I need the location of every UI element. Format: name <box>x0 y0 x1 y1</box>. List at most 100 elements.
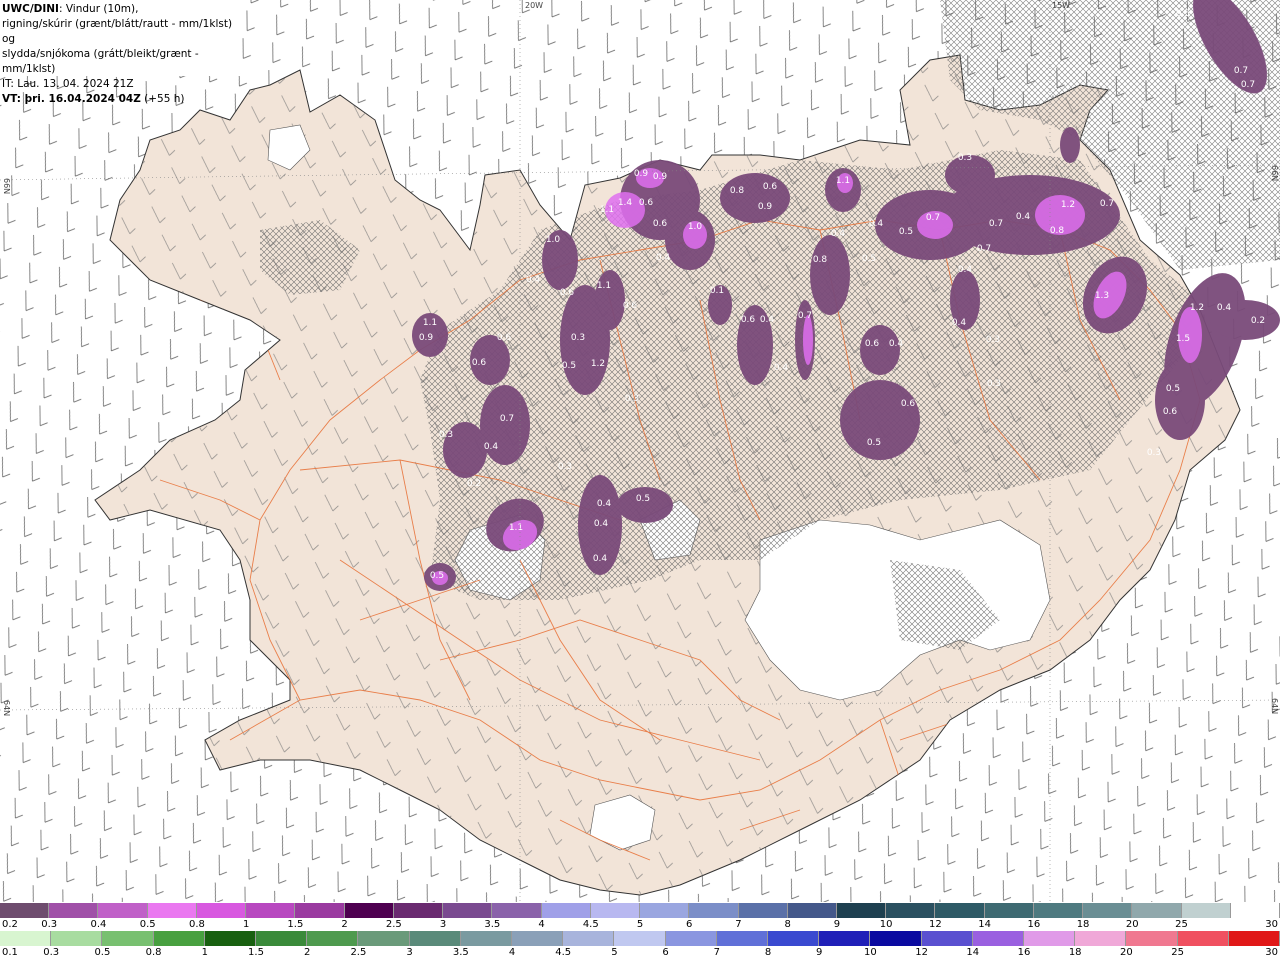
weather-map: 0.9 0.9 1.4 0.6 1.1 0.6 1.0 0.8 0.6 0.9 1.1 0.3 0.7 0… <box>0 0 1280 902</box>
legend-swatch <box>640 903 690 918</box>
legend-swatch <box>512 931 564 946</box>
legend-tick-label: 8 <box>784 919 791 930</box>
precip-value-label: 0.9 <box>758 202 773 212</box>
legend-swatch <box>344 903 394 918</box>
precip-value-label: 0.6 <box>901 399 916 409</box>
legend-swatch <box>1075 931 1127 946</box>
legend-tick-label: 4.5 <box>555 947 572 958</box>
legend-swatch <box>153 931 205 946</box>
legend-tick-label: 12 <box>929 919 942 930</box>
precip-value-label: 1.1 <box>597 281 611 291</box>
legend-swatch <box>102 931 154 946</box>
legend-tick-label: 2 <box>341 919 348 930</box>
precip-value-label: 0.6 <box>763 182 778 192</box>
precip-value-label: 0.7 <box>926 213 940 223</box>
legend-swatch <box>665 931 717 946</box>
precip-value-label: 0.1 <box>710 286 724 296</box>
header-line2: rigning/skúrir (grænt/blátt/rautt - mm/1… <box>2 18 233 45</box>
legend-tick-label: 2.5 <box>350 947 367 958</box>
lat-label-66n-right: 66N <box>1270 165 1279 181</box>
precip-value-label: 0.3 <box>571 333 585 343</box>
precip-value-label: 0.5 <box>862 254 876 264</box>
precip-value-label: 0.4 <box>774 363 789 373</box>
legend-tick-label: 30 <box>1265 919 1278 930</box>
legend-swatch <box>51 931 103 946</box>
map-header: UWC/DINI: Vindur (10m), rigning/skúrir (… <box>0 0 240 105</box>
legend-swatch <box>196 903 247 918</box>
precip-value-label: 1.1 <box>423 318 437 328</box>
valid-time: VT: þri. 16.04.2024 04Z <box>2 93 141 105</box>
legend-tick-label: 20 <box>1125 919 1139 930</box>
precip-value-label: 1.2 <box>1190 303 1204 313</box>
precip-value-label: 1.1 <box>509 523 523 533</box>
precip-value-label: 0.9 <box>419 333 434 343</box>
legend-tick-label: 0.5 <box>94 947 111 958</box>
legend-swatch <box>870 931 922 946</box>
precip-value-label: 1.2 <box>1061 200 1075 210</box>
legend-tick-label: 12 <box>915 947 928 958</box>
precip-value-label: 0.6 <box>741 315 756 325</box>
precip-value-label: 0.4 <box>952 318 967 328</box>
legend-swatch <box>1033 903 1084 918</box>
precip-value-label: 1.1 <box>836 176 850 186</box>
precip-value-label: 0.5 <box>430 571 444 581</box>
lon-label-15w: 15W <box>1052 1 1070 10</box>
precip-value-label: 0.5 <box>867 438 881 448</box>
legend-swatch <box>1228 931 1280 946</box>
legend-swatch <box>972 931 1025 946</box>
precip-value-label: 0.3 <box>439 430 453 440</box>
model-name: UWC/DINI <box>2 3 59 15</box>
legend-swatch <box>768 931 820 946</box>
precip-value-label: 0.3 <box>958 153 972 163</box>
precip-value-label: 0.3 <box>987 379 1001 389</box>
legend-tick-label: 20 <box>1120 947 1133 958</box>
legend-swatch <box>0 931 52 946</box>
precip-value-label: 1.2 <box>591 359 605 369</box>
legend-swatch <box>98 903 148 918</box>
legend-tick-label: 0.2 <box>2 919 18 930</box>
precip-value-label: 0.2 <box>467 479 481 489</box>
legend-swatch <box>307 931 359 946</box>
legend-tick-label: 1 <box>242 919 250 930</box>
precip-value-label: 0.4 <box>1016 212 1031 222</box>
legend-tick-label: 18 <box>1076 919 1090 930</box>
precip-value-label: 0.9 <box>653 172 668 182</box>
legend-swatch <box>0 903 50 918</box>
legend-tick-label: 1 <box>201 947 208 958</box>
legend-tick-label: 6 <box>686 919 693 930</box>
precip-value-label: 0.6 <box>1163 407 1178 417</box>
legend-tick-label: 30 <box>1265 947 1278 958</box>
precip-value-label: 0.3 <box>625 394 639 404</box>
legend-tick-label: 0.5 <box>139 919 156 930</box>
precip-value-label: 0.7 <box>977 244 991 254</box>
legend-tick-label: 5 <box>611 947 618 958</box>
precip-value-label: 0.6 <box>653 219 668 229</box>
precip-value-label: 0.4 <box>593 554 608 564</box>
legend-swatch <box>246 903 296 918</box>
precip-value-label: 0.3 <box>558 462 572 472</box>
precip-value-label: 0.4 <box>597 499 612 509</box>
legend-swatch <box>921 931 973 946</box>
legend-swatch <box>147 903 197 918</box>
precip-value-label: 0.7 <box>1234 66 1248 76</box>
legend-tick-label: 5 <box>636 919 644 930</box>
legend-tick-label: 16 <box>1027 919 1041 930</box>
legend-swatch <box>716 931 769 946</box>
precip-value-label: 0.6 <box>472 358 487 368</box>
precip-value-label: 0.3 <box>1147 448 1161 458</box>
legend-swatch <box>1177 931 1229 946</box>
legend-tick-label: 14 <box>966 947 980 958</box>
legend-tick-label: 14 <box>978 919 991 930</box>
precip-value-label: 0.8 <box>1050 226 1065 236</box>
precip-value-label: 0.5 <box>562 361 576 371</box>
legend-tick-label: 0.8 <box>145 947 162 958</box>
legend-swatch <box>590 903 641 918</box>
legend-tick-label: 7 <box>735 919 742 930</box>
legend-swatch <box>49 903 99 918</box>
legend-tick-label: 3.5 <box>452 947 469 958</box>
precip-value-label: 1.3 <box>1095 291 1109 301</box>
precip-value-label: 0.5 <box>1166 384 1180 394</box>
precip-value-label: 0.6 <box>639 198 654 208</box>
legend-swatch <box>614 931 666 946</box>
precip-value-label: 0.7 <box>1100 199 1114 209</box>
